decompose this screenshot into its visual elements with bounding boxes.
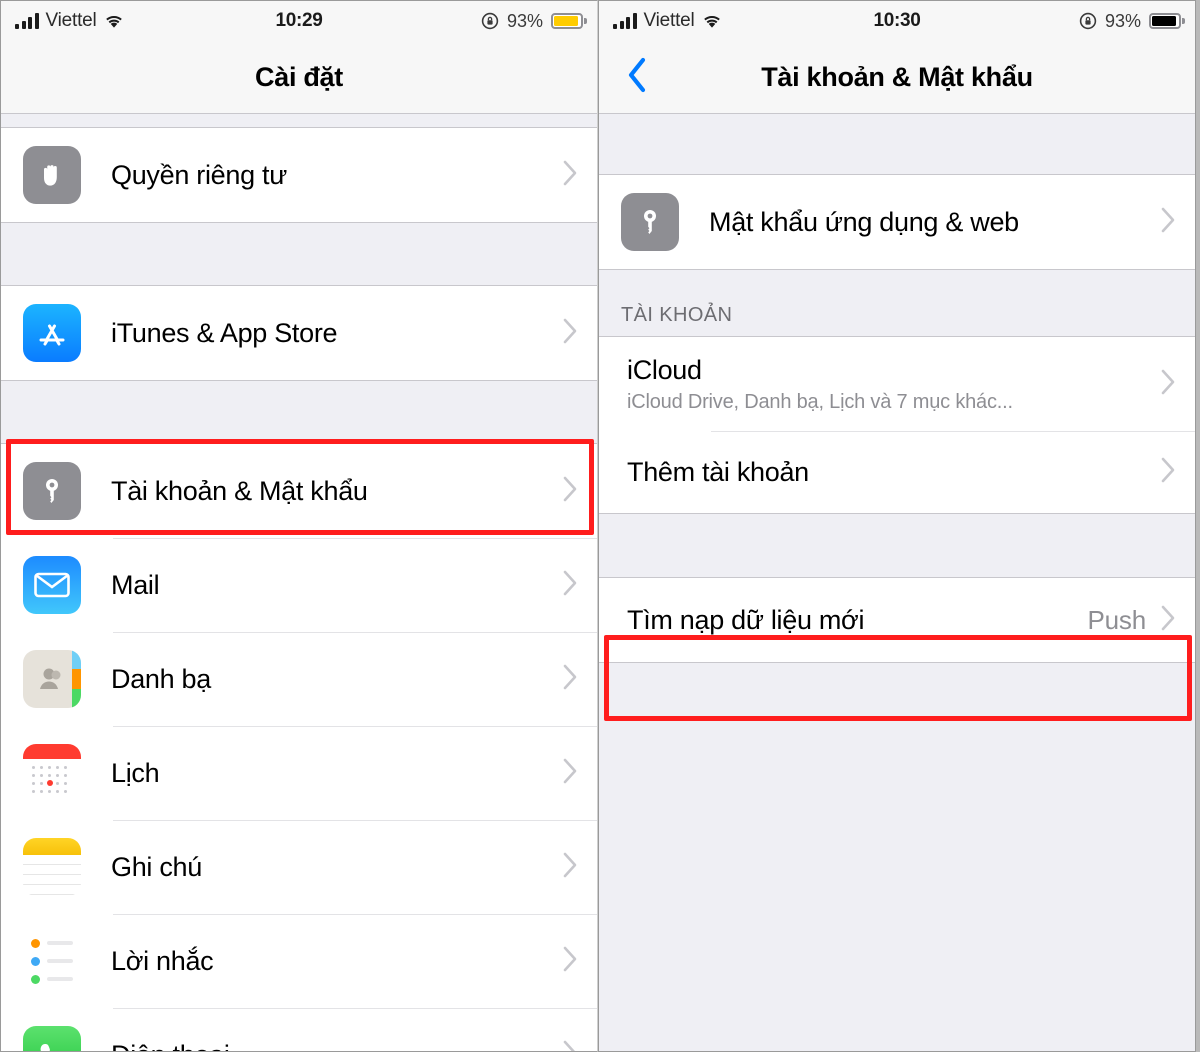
sidebar-item-label: iTunes & App Store (111, 317, 338, 348)
chevron-right-icon (562, 851, 579, 884)
app-store-icon (23, 304, 81, 362)
phone-icon (23, 1026, 81, 1051)
list-item-label: Tìm nạp dữ liệu mới (627, 604, 865, 635)
sidebar-item-label: Ghi chú (111, 851, 202, 882)
sidebar-item-phone[interactable]: Điện thoại (1, 1008, 597, 1052)
right-status-bar: Viettel 10:30 93% (599, 1, 1195, 41)
sidebar-item-label: Tài khoản & Mật khẩu (111, 475, 368, 506)
chevron-right-icon (562, 663, 579, 696)
section-header-accounts: TÀI KHOẢN (621, 304, 733, 326)
left-phone-screen: Viettel 10:29 93% Cài đặt Quyền riêng tư… (0, 0, 598, 1052)
right-nav-bar: Tài khoản & Mật khẩu (599, 41, 1195, 114)
mail-icon (23, 556, 81, 614)
settings-group-itunes: iTunes & App Store (1, 285, 597, 381)
chevron-right-icon (1160, 456, 1177, 489)
sidebar-item-label: Lịch (111, 757, 160, 788)
battery-percent-label: 93% (506, 10, 543, 31)
chevron-right-icon (562, 475, 579, 508)
left-settings-list[interactable]: Quyền riêng tư iTunes & App Store Tài kh… (1, 114, 597, 1052)
status-right-group: 93% (481, 10, 587, 32)
privacy-hand-icon (23, 146, 81, 204)
list-item-add-account[interactable]: Thêm tài khoản (599, 431, 1195, 513)
chevron-right-icon (562, 569, 579, 602)
sidebar-item-label: Mail (111, 569, 160, 600)
list-item-value: Push (1087, 604, 1147, 635)
rotation-lock-icon (1079, 12, 1097, 30)
rotation-lock-icon (481, 12, 499, 30)
list-gap (1, 223, 597, 285)
section-header-accounts-wrap: TÀI KHOẢN (599, 270, 1195, 336)
contacts-tabs (72, 650, 81, 708)
sidebar-item-reminders[interactable]: Lời nhắc (1, 914, 597, 1008)
list-gap (599, 114, 1195, 174)
list-item-sublabel: iCloud Drive, Danh bạ, Lịch và 7 mục khá… (627, 390, 1013, 413)
sidebar-item-label: Danh bạ (111, 663, 211, 694)
settings-group-passwords: Mật khẩu ứng dụng & web (599, 174, 1195, 270)
list-item-label: Mật khẩu ứng dụng & web (709, 206, 1019, 237)
chevron-right-icon (562, 317, 579, 350)
list-item-app-web-passwords[interactable]: Mật khẩu ứng dụng & web (599, 175, 1195, 269)
status-right-group: 93% (1079, 10, 1185, 32)
list-gap (1, 114, 597, 127)
right-settings-list[interactable]: Mật khẩu ứng dụng & web TÀI KHOẢN iCloud… (599, 114, 1195, 1051)
chevron-right-icon (562, 1039, 579, 1051)
list-item-fetch-new-data[interactable]: Tìm nạp dữ liệu mới Push (599, 578, 1195, 662)
chevron-right-icon (562, 945, 579, 978)
left-nav-bar: Cài đặt (1, 41, 597, 114)
chevron-left-icon (625, 55, 649, 100)
left-status-bar: Viettel 10:29 93% (1, 1, 597, 41)
chevron-right-icon (1160, 206, 1177, 239)
back-button[interactable] (617, 55, 657, 99)
settings-group-privacy: Quyền riêng tư (1, 127, 597, 223)
chevron-right-icon (1160, 368, 1177, 401)
sidebar-item-privacy[interactable]: Quyền riêng tư (1, 128, 597, 222)
sidebar-item-itunes-app-store[interactable]: iTunes & App Store (1, 286, 597, 380)
battery-icon (551, 13, 587, 29)
settings-group-accounts: Tài khoản & Mật khẩu Mail Danh bạ Lịch G… (1, 443, 597, 1052)
chevron-right-icon (562, 757, 579, 790)
reminders-icon (23, 932, 81, 990)
sidebar-item-accounts-passwords[interactable]: Tài khoản & Mật khẩu (1, 444, 597, 538)
settings-group-fetch: Tìm nạp dữ liệu mới Push (599, 577, 1195, 663)
list-item-icloud[interactable]: iCloud iCloud Drive, Danh bạ, Lịch và 7 … (599, 337, 1195, 431)
sidebar-item-notes[interactable]: Ghi chú (1, 820, 597, 914)
sidebar-item-calendar[interactable]: Lịch (1, 726, 597, 820)
icloud-text-block: iCloud iCloud Drive, Danh bạ, Lịch và 7 … (627, 355, 1013, 414)
sidebar-item-mail[interactable]: Mail (1, 538, 597, 632)
notes-icon (23, 838, 81, 896)
page-title: Cài đặt (255, 61, 343, 92)
sidebar-item-label: Điện thoại (111, 1040, 230, 1052)
key-icon (621, 193, 679, 251)
battery-percent-label: 93% (1104, 10, 1141, 31)
settings-group-accounts-list: iCloud iCloud Drive, Danh bạ, Lịch và 7 … (599, 336, 1195, 514)
list-gap (1, 381, 597, 443)
list-item-label: iCloud (627, 354, 702, 385)
right-phone-screen: Viettel 10:30 93% Tài khoản & Mật khẩu M… (598, 0, 1196, 1052)
sidebar-item-label: Quyền riêng tư (111, 159, 287, 190)
list-item-label: Thêm tài khoản (627, 456, 809, 487)
battery-icon (1149, 13, 1185, 29)
contacts-icon (23, 650, 81, 708)
page-title: Tài khoản & Mật khẩu (761, 61, 1033, 92)
list-gap (599, 514, 1195, 577)
sidebar-item-label: Lời nhắc (111, 945, 214, 976)
sidebar-item-contacts[interactable]: Danh bạ (1, 632, 597, 726)
key-icon (23, 462, 81, 520)
dual-phone-screenshot: Viettel 10:29 93% Cài đặt Quyền riêng tư… (0, 0, 1200, 1052)
chevron-right-icon (562, 159, 579, 192)
calendar-icon (23, 744, 81, 802)
chevron-right-icon (1160, 604, 1177, 637)
